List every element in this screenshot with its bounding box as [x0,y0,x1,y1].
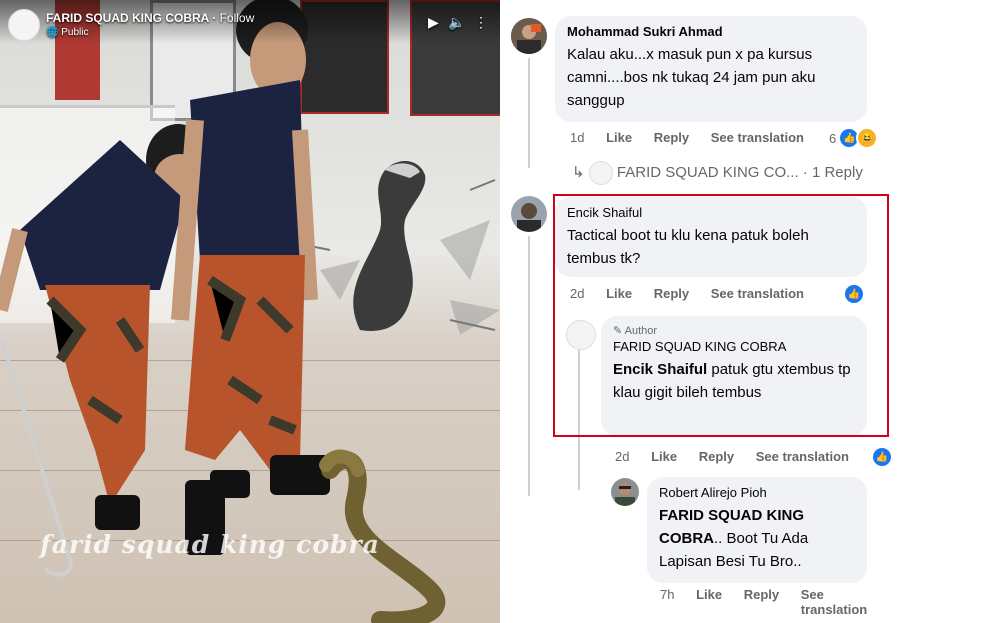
globe-icon: 🌐 [46,27,59,38]
video-title[interactable]: FARID SQUAD KING COBRA · Follow [46,11,254,25]
thread-line [528,58,530,168]
reply-button[interactable]: Reply [654,130,689,145]
video-watermark: farid squad king cobra [40,530,380,559]
comment-actions: 1d Like Reply See translation [570,130,822,145]
comment-bubble: Mohammad Sukri Ahmad Kalau aku...x masuk… [555,16,867,122]
avatar [588,161,613,185]
like-reaction-icon: 👍 [871,446,893,468]
see-translation-link[interactable]: See translation [711,130,804,145]
comment-text: FARID SQUAD KING COBRA.. Boot Tu Ada Lap… [659,507,809,570]
thread-line [528,236,530,496]
right-padding [920,0,1000,623]
like-button[interactable]: Like [606,130,632,145]
reply-summary-name: FARID SQUAD KING CO... [616,163,799,181]
reaction-summary[interactable]: 👍 [871,446,893,468]
like-button[interactable]: Like [651,449,677,464]
see-translation-link[interactable]: See translation [801,587,881,617]
avatar[interactable] [511,196,547,232]
more-options-icon[interactable]: ⋮ [474,14,488,31]
reply-button[interactable]: Reply [699,449,734,464]
reply-bubble: Robert Alirejo Pioh FARID SQUAD KING COB… [647,477,867,583]
comment-actions: 2d Like Reply See translation [615,449,867,464]
play-icon[interactable]: ▶ [428,14,439,31]
view-replies-link[interactable]: ↳ FARID SQUAD KING CO... · 1 Reply [572,161,863,185]
comment-time[interactable]: 7h [660,587,674,602]
see-translation-link[interactable]: See translation [756,449,849,464]
privacy-label: 🌐 Public [46,27,89,38]
haha-reaction-icon: 😆 [856,127,879,149]
reply-button[interactable]: Reply [744,587,779,602]
page-name[interactable]: FARID SQUAD KING COBRA [46,11,209,25]
page-avatar[interactable] [8,9,40,41]
comment-text: Kalau aku...x masuk pun x pa kursus camn… [567,46,816,109]
highlight-box [553,194,889,437]
avatar[interactable] [511,18,547,54]
comment-time[interactable]: 1d [570,130,584,145]
reaction-summary[interactable]: 6 👍 😆 [829,127,879,149]
video-player[interactable]: FARID SQUAD KING COBRA · Follow 🌐 Public… [0,0,500,623]
comment-actions: 7h Like Reply See translation [660,587,899,617]
reply-arrow-icon: ↳ [572,163,585,181]
reply-count: 1 Reply [811,163,863,181]
follow-link[interactable]: Follow [220,11,255,25]
avatar[interactable] [611,478,639,506]
commenter-name[interactable]: Robert Alirejo Pioh [659,485,855,500]
like-button[interactable]: Like [696,587,722,602]
commenter-name[interactable]: Mohammad Sukri Ahmad [567,24,855,39]
reaction-count: 6 [829,130,837,146]
comment-time[interactable]: 2d [615,449,629,464]
volume-icon[interactable]: 🔈 [448,14,465,31]
